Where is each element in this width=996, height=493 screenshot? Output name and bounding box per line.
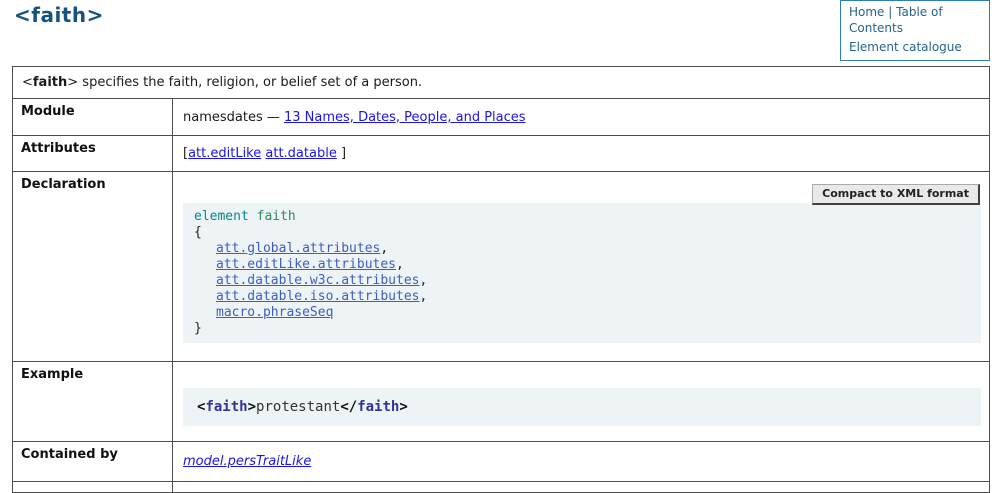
home-link[interactable]: Home [849, 5, 884, 19]
model-perstraitlike-link[interactable]: model.persTraitLike [183, 454, 311, 469]
attributes-value: [att.editLike att.datable ] [173, 136, 990, 172]
desc-tag-open: < [22, 75, 33, 90]
code-member-line: macro.phraseSeq [194, 305, 973, 321]
code-keyword: element [194, 209, 249, 224]
code-member-line: att.global.attributes, [194, 241, 973, 257]
example-open-bracket-end: > [248, 399, 256, 415]
nav-line-1: Home | Table of Contents [849, 5, 981, 36]
declaration-code-block: element faith { att.global.attributes, a… [183, 203, 981, 343]
code-open-brace: { [194, 225, 973, 241]
att-datable-iso-attributes-link[interactable]: att.datable.iso.attributes [216, 289, 420, 304]
attributes-label: Attributes [13, 136, 173, 172]
example-open-tag: faith [205, 399, 247, 415]
att-datable-link[interactable]: att.datable [265, 146, 336, 161]
code-member-line: att.datable.w3c.attributes, [194, 273, 973, 289]
member-suffix: , [420, 273, 428, 288]
declaration-label: Declaration [13, 172, 173, 362]
nav-line-2: Element catalogue [849, 40, 981, 56]
example-close-bracket: </ [340, 399, 357, 415]
contained-by-value: model.persTraitLike [173, 442, 990, 482]
att-editlike-attributes-link[interactable]: att.editLike.attributes [216, 257, 396, 272]
example-row: Example <faith>protestant</faith> [13, 362, 990, 442]
module-prefix: namesdates — [183, 110, 284, 125]
code-line: element faith [194, 209, 973, 225]
declaration-row: Declaration Compact to XML format elemen… [13, 172, 990, 362]
example-label: Example [13, 362, 173, 442]
description-row: <faith> specifies the faith, religion, o… [13, 67, 990, 99]
code-member-line: att.editLike.attributes, [194, 257, 973, 273]
code-member-line: att.datable.iso.attributes, [194, 289, 973, 305]
next-row-label [13, 482, 173, 493]
att-datable-w3c-attributes-link[interactable]: att.datable.w3c.attributes [216, 273, 420, 288]
example-close-tag: faith [357, 399, 399, 415]
code-close-brace: } [194, 321, 973, 337]
contained-by-row: Contained by model.persTraitLike [13, 442, 990, 482]
contained-by-label: Contained by [13, 442, 173, 482]
module-row: Module namesdates — 13 Names, Dates, Peo… [13, 99, 990, 136]
element-spec-table: <faith> specifies the faith, religion, o… [12, 66, 990, 493]
nav-box: Home | Table of Contents Element catalog… [840, 0, 990, 61]
member-suffix: , [420, 289, 428, 304]
code-element-name: faith [257, 209, 296, 224]
example-close-bracket-end: > [399, 399, 407, 415]
example-value: <faith>protestant</faith> [173, 362, 990, 442]
example-content: protestant [256, 399, 340, 415]
desc-tag-close: > [67, 75, 78, 90]
attr-bracket-close: ] [341, 146, 346, 161]
macro-phraseseq-link[interactable]: macro.phraseSeq [216, 305, 333, 320]
desc-text: specifies the faith, religion, or belief… [78, 75, 422, 90]
example-code-block: <faith>protestant</faith> [183, 388, 981, 426]
att-editlike-link[interactable]: att.editLike [188, 146, 261, 161]
member-suffix: , [396, 257, 404, 272]
attributes-row: Attributes [att.editLike att.datable ] [13, 136, 990, 172]
element-catalogue-link[interactable]: Element catalogue [849, 40, 962, 54]
next-row-partial [13, 482, 990, 493]
compact-to-xml-button[interactable]: Compact to XML format [812, 184, 980, 205]
desc-tag-name: faith [33, 75, 67, 90]
nav-separator: | [888, 5, 892, 19]
module-label: Module [13, 99, 173, 136]
element-description: <faith> specifies the faith, religion, o… [13, 67, 990, 99]
page-title: <faith> [14, 3, 104, 27]
member-suffix: , [380, 241, 388, 256]
declaration-value: Compact to XML format element faith { at… [173, 172, 990, 362]
next-row-value [173, 482, 990, 493]
module-value: namesdates — 13 Names, Dates, People, an… [173, 99, 990, 136]
module-chapter-link[interactable]: 13 Names, Dates, People, and Places [284, 110, 526, 125]
att-global-attributes-link[interactable]: att.global.attributes [216, 241, 380, 256]
